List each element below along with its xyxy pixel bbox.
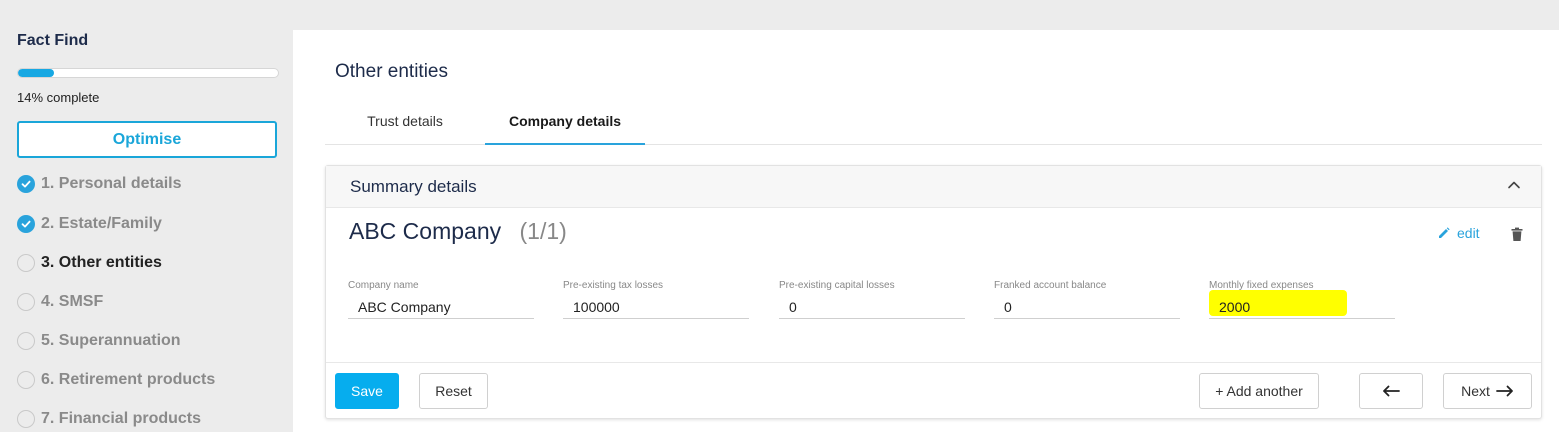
trash-icon[interactable] — [1510, 227, 1524, 242]
next-button[interactable]: Next — [1443, 373, 1532, 409]
field-label: Company name — [348, 280, 419, 291]
sidebar-item-superannuation[interactable]: 5. Superannuation — [17, 330, 181, 352]
sidebar-title: Fact Find — [17, 32, 89, 49]
monthly-expenses-input[interactable]: 2000 — [1209, 296, 1395, 319]
field-label: Franked account balance — [994, 280, 1107, 291]
empty-circle-icon — [17, 410, 35, 428]
sidebar-item-financial-products[interactable]: 7. Financial products — [17, 408, 201, 430]
tax-losses-input[interactable]: 100000 — [563, 296, 749, 319]
panel-footer: Save Reset + Add another Next — [326, 362, 1541, 420]
sidebar-item-label: 3. Other entities — [41, 254, 162, 271]
company-name-field[interactable]: Company name ABC Company — [348, 280, 534, 319]
company-heading-name: ABC Company — [349, 218, 502, 244]
progress-fill — [18, 69, 55, 77]
capital-losses-input[interactable]: 0 — [779, 296, 965, 319]
tab-company-details[interactable]: Company details — [485, 98, 645, 145]
check-circle-icon — [17, 215, 35, 233]
empty-circle-icon — [17, 293, 35, 311]
summary-panel: Summary details ABC Company (1/1) edit C… — [325, 165, 1542, 419]
sidebar-item-label: 7. Financial products — [41, 410, 202, 427]
empty-circle-icon — [17, 371, 35, 389]
field-label: Pre-existing capital losses — [779, 280, 895, 291]
tab-bar: Trust details Company details — [325, 98, 1542, 145]
back-button[interactable] — [1359, 373, 1423, 409]
main-content: Other entities Trust details Company det… — [293, 30, 1559, 432]
sidebar-item-estate-family[interactable]: 2. Estate/Family — [17, 213, 162, 235]
franked-balance-field[interactable]: Franked account balance 0 — [994, 280, 1180, 319]
check-circle-icon — [17, 175, 35, 193]
panel-header-title: Summary details — [350, 177, 477, 196]
tax-losses-field[interactable]: Pre-existing tax losses 100000 — [563, 280, 749, 319]
optimise-button[interactable]: Optimise — [17, 121, 277, 158]
chevron-up-icon[interactable] — [1507, 178, 1521, 192]
empty-circle-icon — [17, 254, 35, 272]
field-label: Pre-existing tax losses — [563, 280, 664, 291]
sidebar-item-personal-details[interactable]: 1. Personal details — [17, 173, 182, 195]
next-label: Next — [1461, 383, 1490, 399]
tab-trust-details[interactable]: Trust details — [325, 98, 485, 144]
reset-button[interactable]: Reset — [419, 373, 488, 409]
sidebar-item-label: 1. Personal details — [41, 175, 182, 192]
progress-bar — [17, 68, 279, 78]
monthly-expenses-field[interactable]: Monthly fixed expenses 2000 — [1209, 280, 1395, 319]
add-another-button[interactable]: + Add another — [1199, 373, 1319, 409]
sidebar-item-label: 4. SMSF — [41, 293, 104, 310]
sidebar-item-label: 2. Estate/Family — [41, 215, 162, 232]
franked-balance-input[interactable]: 0 — [994, 296, 1180, 319]
edit-button[interactable]: edit — [1437, 225, 1480, 241]
arrow-left-icon — [1383, 385, 1400, 397]
progress-text: 14% complete — [17, 90, 100, 105]
pencil-icon — [1439, 227, 1450, 238]
save-button[interactable]: Save — [335, 373, 399, 409]
sidebar-item-label: 5. Superannuation — [41, 332, 181, 349]
edit-label: edit — [1457, 225, 1480, 241]
sidebar-item-other-entities[interactable]: 3. Other entities — [17, 252, 162, 274]
sidebar-item-label: 6. Retirement products — [41, 371, 216, 388]
empty-circle-icon — [17, 332, 35, 350]
panel-header[interactable]: Summary details — [326, 166, 1541, 208]
field-label: Monthly fixed expenses — [1209, 280, 1314, 291]
sidebar-item-retirement-products[interactable]: 6. Retirement products — [17, 369, 215, 391]
sidebar-item-smsf[interactable]: 4. SMSF — [17, 291, 103, 313]
company-name-input[interactable]: ABC Company — [348, 296, 534, 319]
sidebar: Fact Find 14% complete Optimise 1. Perso… — [0, 0, 293, 432]
company-count: (1/1) — [519, 218, 567, 244]
page-title: Other entities — [335, 61, 448, 82]
company-heading: ABC Company (1/1) — [349, 218, 567, 245]
capital-losses-field[interactable]: Pre-existing capital losses 0 — [779, 280, 965, 319]
arrow-right-icon — [1495, 385, 1513, 397]
